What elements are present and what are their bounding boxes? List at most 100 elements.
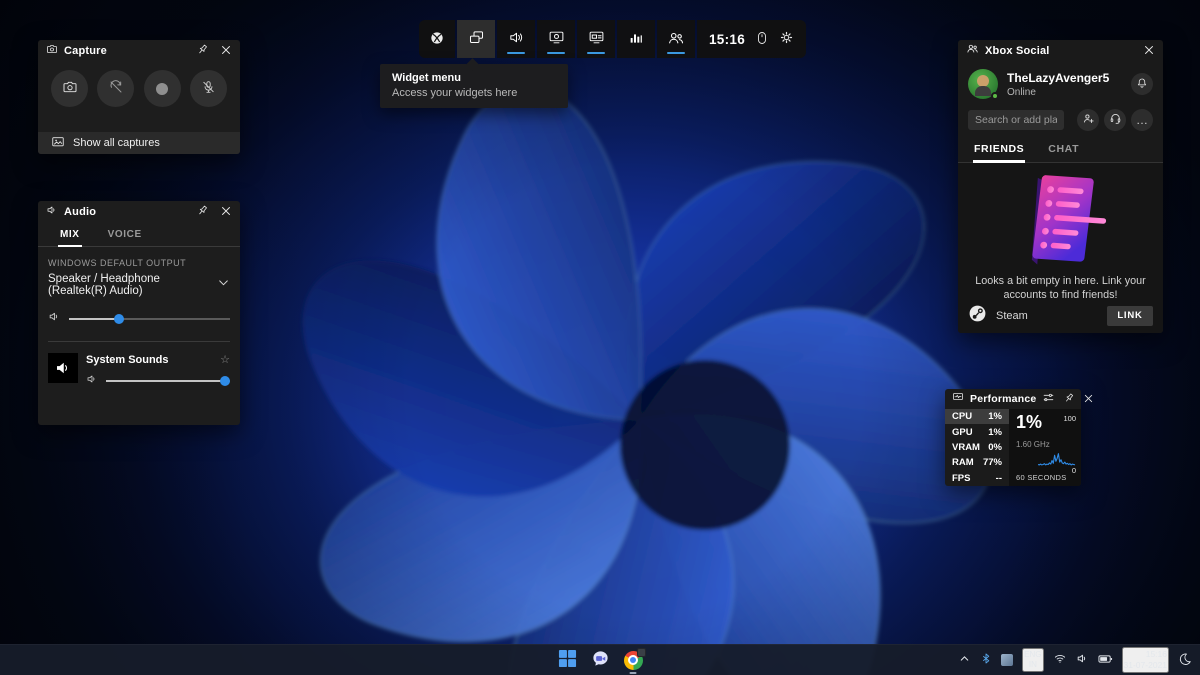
capture-widget-toggle[interactable] [537,20,575,58]
widget-menu-tooltip: Widget menu Access your widgets here [380,64,568,108]
volume-tray-button[interactable] [1076,652,1089,668]
link-account-button[interactable]: LINK [1107,306,1153,326]
output-device-dropdown[interactable]: Speaker / Headphone (Realtek(R) Audio) [48,273,230,297]
record-last-30s-button[interactable] [97,70,134,107]
capture-close-button[interactable] [220,44,232,59]
tab-voice[interactable]: VOICE [106,223,144,246]
wifi-tray-button[interactable] [1053,652,1067,668]
bell-icon [1136,77,1148,92]
tab-friends[interactable]: FRIENDS [973,143,1025,162]
audio-widget-toggle[interactable] [497,20,535,58]
audio-titlebar: Audio [38,201,240,223]
active-app-indicator [630,672,637,674]
audio-close-button[interactable] [220,205,232,220]
performance-close-button[interactable] [1083,392,1094,407]
teams-chat-button[interactable] [587,647,613,673]
metric-row-vram[interactable]: VRAM 0% [945,440,1009,455]
favorite-star-icon[interactable]: ☆ [220,353,230,366]
gear-icon [779,30,794,48]
xbox-home-button[interactable] [419,20,455,58]
more-options-button[interactable]: … [1131,109,1153,131]
focus-assist-button[interactable] [1178,652,1192,669]
gamebar-settings-button[interactable] [779,30,794,48]
chevron-up-icon [958,652,971,668]
capture-widget: Capture [38,40,240,154]
slider-thumb[interactable] [114,314,124,324]
performance-options-button[interactable] [1042,391,1055,407]
slider-fill [106,380,225,382]
search-input[interactable] [968,110,1064,130]
cpu-usage-chart: 1% 100 1.60 GHz 60 SECONDS 0 [1009,409,1081,486]
bluetooth-tray-button[interactable] [980,652,992,668]
language-region: IN [1024,660,1041,670]
notifications-button[interactable] [1131,73,1153,95]
language-indicator[interactable]: ENG IN [1022,648,1043,672]
pointer-mode-button[interactable] [756,30,768,49]
chrome-icon [624,651,643,670]
slider-fill [69,318,119,320]
system-volume-slider[interactable] [106,376,230,386]
bar-chart-icon [628,30,644,49]
chrome-button[interactable] [620,647,646,673]
performance-widget-toggle[interactable] [617,20,655,58]
tray-overflow-button[interactable] [958,652,971,668]
chevron-down-icon [217,276,230,294]
start-button[interactable] [554,647,580,673]
capture-titlebar: Capture [38,40,240,62]
metric-row-fps[interactable]: FPS -- [945,471,1009,486]
performance-pin-button[interactable] [1063,392,1075,407]
cpu-frequency: 1.60 GHz [1016,440,1050,449]
y-axis-min: 0 [1072,466,1076,475]
output-volume-slider[interactable] [69,314,230,324]
screenshot-button[interactable] [51,70,88,107]
username: TheLazyAvenger5 [1007,71,1109,85]
cpu-big-value: 1% [1016,412,1042,433]
start-recording-button[interactable] [144,70,181,107]
xbox-social-widget: Xbox Social TheLazyAvenger5 Online [958,40,1163,333]
pin-icon [196,43,209,59]
language-code: ENG [1024,650,1041,660]
widget-menu-icon [468,29,485,49]
metric-value: -- [996,473,1002,484]
moon-icon [1178,652,1192,669]
add-friend-button[interactable] [1077,109,1099,131]
app-tray-button[interactable] [1001,654,1013,666]
mouse-icon [756,30,768,49]
resources-widget-toggle[interactable] [577,20,615,58]
steam-icon [968,304,987,328]
x-axis-label: 60 SECONDS [1016,473,1067,482]
windows-start-icon [558,649,577,671]
system-sounds-label: System Sounds [86,354,169,366]
tray-date: 31-07-2021 [1124,660,1167,671]
taskbar-center [554,647,646,673]
metric-row-gpu[interactable]: GPU 1% [945,424,1009,439]
tab-mix[interactable]: MIX [58,223,82,246]
metric-row-cpu[interactable]: CPU 1% [945,409,1009,424]
mic-toggle-button[interactable] [190,70,227,107]
metric-value: 77% [983,457,1002,468]
party-chat-button[interactable] [1104,109,1126,131]
metric-row-ram[interactable]: RAM 77% [945,455,1009,470]
show-all-captures-button[interactable]: Show all captures [38,132,240,154]
gallery-icon [51,135,65,152]
audio-tabs: MIX VOICE [38,223,240,247]
social-close-button[interactable] [1143,44,1155,59]
slider-track [69,318,230,320]
system-tray: ENG IN 15:16 31-07-2021 [958,645,1192,675]
tab-chat[interactable]: CHAT [1047,143,1080,162]
metric-value: 1% [988,411,1002,422]
social-widget-toggle[interactable] [657,20,695,58]
taskbar-clock[interactable]: 15:16 31-07-2021 [1122,647,1169,673]
system-sounds-row: System Sounds ☆ [48,353,230,390]
online-status: Online [1007,87,1109,98]
capture-pin-button[interactable] [196,43,209,59]
record-dot-icon [156,83,168,95]
battery-tray-button[interactable] [1098,653,1113,668]
empty-list-illustration [1009,169,1113,269]
audio-pin-button[interactable] [196,204,209,220]
system-volume-row [86,372,230,390]
avatar [968,69,998,99]
widget-menu-button[interactable] [457,20,495,58]
output-label: WINDOWS DEFAULT OUTPUT [48,258,230,268]
slider-thumb[interactable] [220,376,230,386]
